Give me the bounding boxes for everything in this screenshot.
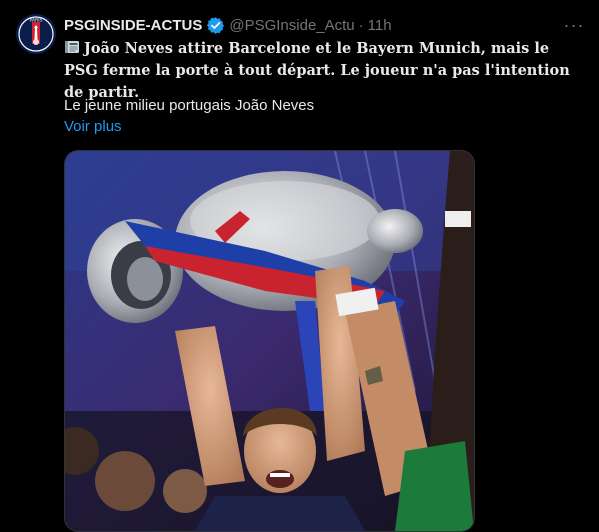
tweet-media-photo[interactable]: [64, 150, 475, 532]
verified-badge-icon[interactable]: [206, 16, 225, 35]
timestamp[interactable]: 11h: [368, 17, 392, 34]
newspaper-icon: [64, 39, 80, 55]
tweet-text: João Neves attire Barcelone et le Bayern…: [64, 38, 584, 104]
display-name[interactable]: PSGINSIDE-ACTUS: [64, 17, 202, 34]
tweet-sub-text: Le jeune milieu portugais João Neves: [64, 97, 315, 114]
tweet-header: PSGINSIDE-ACTUS @PSGInside_Actu · 11h: [64, 14, 585, 36]
user-handle[interactable]: @PSGInside_Actu: [229, 17, 354, 34]
more-dots-icon[interactable]: ···: [563, 14, 585, 36]
avatar[interactable]: PARIS: [16, 14, 56, 54]
tweet-main-text: João Neves attire Barcelone et le Bayern…: [64, 40, 570, 101]
trophy-celebration-photo: [65, 151, 474, 531]
tweet-card[interactable]: PARIS PSGINSIDE-ACTUS @PSGInside_Actu · …: [0, 0, 599, 532]
separator-dot: ·: [358, 16, 364, 34]
show-more-link[interactable]: Voir plus: [64, 118, 122, 135]
psg-logo-icon: PARIS: [16, 14, 56, 54]
avatar-logo-text: PARIS: [30, 18, 43, 24]
